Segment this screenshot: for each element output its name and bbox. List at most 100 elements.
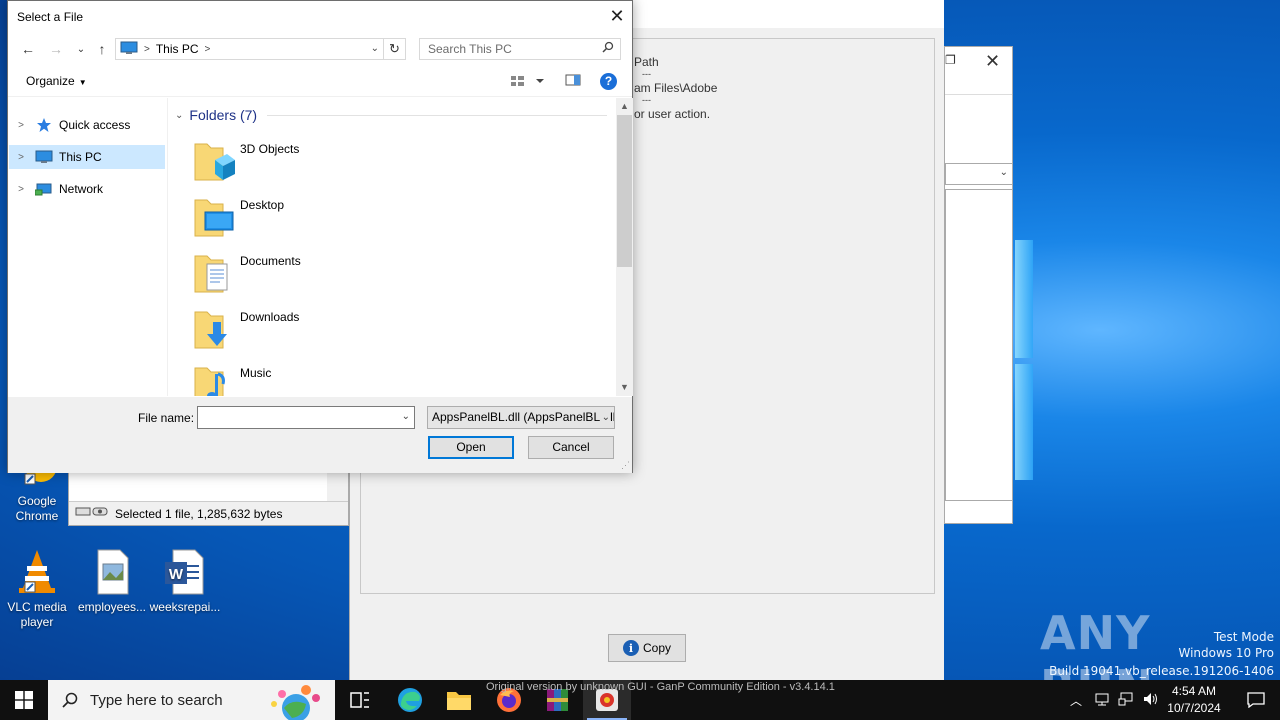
volume-icon[interactable] <box>1142 691 1160 710</box>
ethernet-icon[interactable] <box>1118 691 1134 710</box>
vertical-scrollbar[interactable]: ▲ ▼ <box>616 98 633 396</box>
file-name-label: File name: <box>138 411 195 425</box>
folder-name: Desktop <box>240 198 285 212</box>
open-button[interactable]: Open <box>428 436 514 459</box>
network-icon <box>33 181 55 197</box>
chevron-down-icon[interactable]: ⌄ <box>175 110 183 121</box>
cancel-button[interactable]: Cancel <box>528 436 614 459</box>
nav-item-this-pc[interactable]: > This PC <box>9 145 165 169</box>
preview-pane-icon[interactable] <box>565 73 581 90</box>
expand-chevron-icon[interactable]: > <box>11 184 31 195</box>
start-button[interactable] <box>0 680 48 720</box>
desktop-icon-vlc[interactable]: VLC media player <box>0 548 74 630</box>
expand-chevron-icon[interactable]: > <box>11 120 31 131</box>
recent-locations-chevron-icon[interactable]: ⌄ <box>71 39 91 59</box>
explorer-status-text: Selected 1 file, 1,285,632 bytes <box>115 506 283 521</box>
folder-item-desktop[interactable]: Desktop <box>193 194 493 246</box>
desktop-folder-icon <box>193 194 235 240</box>
view-options-icon[interactable] <box>510 73 546 92</box>
divider <box>267 114 607 116</box>
nav-item-label: This PC <box>59 150 102 164</box>
computer-icon <box>33 150 55 164</box>
folder-name: Music <box>240 366 272 380</box>
forward-arrow-icon[interactable]: → <box>46 39 66 59</box>
file-name-input[interactable]: ⌄ <box>197 406 415 429</box>
chevron-down-icon: ⌄ <box>599 407 610 428</box>
caret-down-icon: ▼ <box>78 78 87 87</box>
restore-icon[interactable]: ❐ <box>945 53 956 67</box>
dialog-footer: File name: ⌄ AppsPanelBL.dll (AppsPanelB… <box>8 397 632 473</box>
address-bar[interactable]: > This PC > ⌄ ↻ <box>115 38 406 60</box>
up-arrow-icon[interactable]: ↑ <box>92 39 112 59</box>
task-view-button[interactable] <box>336 680 384 720</box>
nav-item-quick-access[interactable]: > Quick access <box>9 113 165 137</box>
scrollbar-thumb[interactable] <box>617 115 632 267</box>
expand-chevron-icon[interactable]: > <box>11 152 31 163</box>
output-line: --- <box>642 95 651 105</box>
chevron-down-icon[interactable]: ⌄ <box>402 411 410 422</box>
info-icon: i <box>622 640 639 656</box>
output-line: or user action. <box>634 107 711 121</box>
taskbar-clock[interactable]: 4:54 AM 10/7/2024 <box>1160 683 1228 717</box>
back-arrow-icon[interactable]: ← <box>18 39 38 59</box>
edge-icon <box>398 688 422 712</box>
copy-button[interactable]: i Copy <box>608 634 686 662</box>
clock-date: 10/7/2024 <box>1167 701 1221 715</box>
desktop-icon-weeksrepair[interactable]: W weeksrepai... <box>148 548 222 615</box>
taskbar-search-box[interactable]: Type here to search <box>48 680 335 720</box>
folders-group-header[interactable]: ⌄ Folders (7) <box>175 107 607 123</box>
taskbar-edge[interactable] <box>386 680 434 720</box>
vlc-cone-icon <box>13 548 61 596</box>
folder-content-pane: ⌄ Folders (7) 3D Objects Desktop Documen… <box>169 98 616 396</box>
star-icon <box>33 117 55 133</box>
desktop-icon-label: VLC media player <box>7 600 67 629</box>
refresh-icon[interactable]: ↻ <box>383 39 405 59</box>
computer-icon <box>120 41 138 58</box>
close-icon[interactable]: ✕ <box>602 1 632 31</box>
folder-item-3d-objects[interactable]: 3D Objects <box>193 138 493 190</box>
desktop: Google Chrome VLC media player employees… <box>0 0 1280 680</box>
organize-button[interactable]: Organize ▼ <box>26 74 87 88</box>
close-icon[interactable]: ✕ <box>985 51 1000 72</box>
desktop-icon-employees[interactable]: employees... <box>75 548 149 615</box>
folder-item-documents[interactable]: Documents <box>193 250 493 302</box>
group-header-label: Folders (7) <box>189 107 258 123</box>
address-location[interactable]: This PC <box>156 42 199 56</box>
help-icon[interactable]: ? <box>600 73 617 90</box>
dialog-title: Select a File <box>17 9 84 24</box>
file-type-select[interactable]: AppsPanelBL.dll (AppsPanelBL.dll) ⌄ <box>427 406 615 429</box>
output-line: am Files\Adobe <box>634 81 718 95</box>
resize-grip-icon[interactable]: ⋰ <box>621 460 630 471</box>
folder-item-downloads[interactable]: Downloads <box>193 306 493 358</box>
scroll-up-icon[interactable]: ▲ <box>616 98 633 115</box>
search-placeholder: Search This PC <box>428 42 512 56</box>
taskbar-file-explorer[interactable] <box>435 680 483 720</box>
search-input[interactable]: Search This PC <box>419 38 621 60</box>
scroll-down-icon[interactable]: ▼ <box>616 379 633 396</box>
chevron-down-icon: ⌄ <box>999 167 1008 178</box>
background-app-footer: Original version by unknown GUI - GanP C… <box>486 681 835 693</box>
action-center-button[interactable] <box>1232 680 1280 720</box>
clock-time: 4:54 AM <box>1171 684 1217 698</box>
downloads-folder-icon <box>193 306 235 352</box>
file-type-value: AppsPanelBL.dll (AppsPanelBL.dll) <box>432 410 615 424</box>
explorer-status-bar: Selected 1 file, 1,285,632 bytes <box>69 501 348 525</box>
folder-item-music[interactable]: Music <box>193 362 493 396</box>
chevron-down-icon[interactable]: ⌄ <box>371 43 379 54</box>
navigation-pane: > Quick access > This PC > Network <box>8 98 168 396</box>
music-folder-icon <box>193 362 235 396</box>
copy-button-label: Copy <box>642 641 671 655</box>
show-hidden-icons-chevron-icon[interactable]: ︿ <box>1070 692 1082 709</box>
desktop-icon-label: employees... <box>77 600 147 614</box>
search-icon <box>602 39 614 59</box>
watermark-line: Windows 10 Pro <box>1178 646 1274 660</box>
dialog-titlebar: Select a File ✕ <box>8 1 632 32</box>
background-combo[interactable]: ⌄ <box>945 163 1013 185</box>
network-status-icon[interactable] <box>1094 691 1110 710</box>
dialog-toolbar: Organize ▼ ? <box>8 67 632 97</box>
desktop-icon-label: weeksrepai... <box>149 600 221 614</box>
search-highlight-image-icon <box>262 682 332 720</box>
svg-text:W: W <box>169 566 184 583</box>
nav-item-network[interactable]: > Network <box>9 177 165 201</box>
folder-name: 3D Objects <box>240 142 300 156</box>
